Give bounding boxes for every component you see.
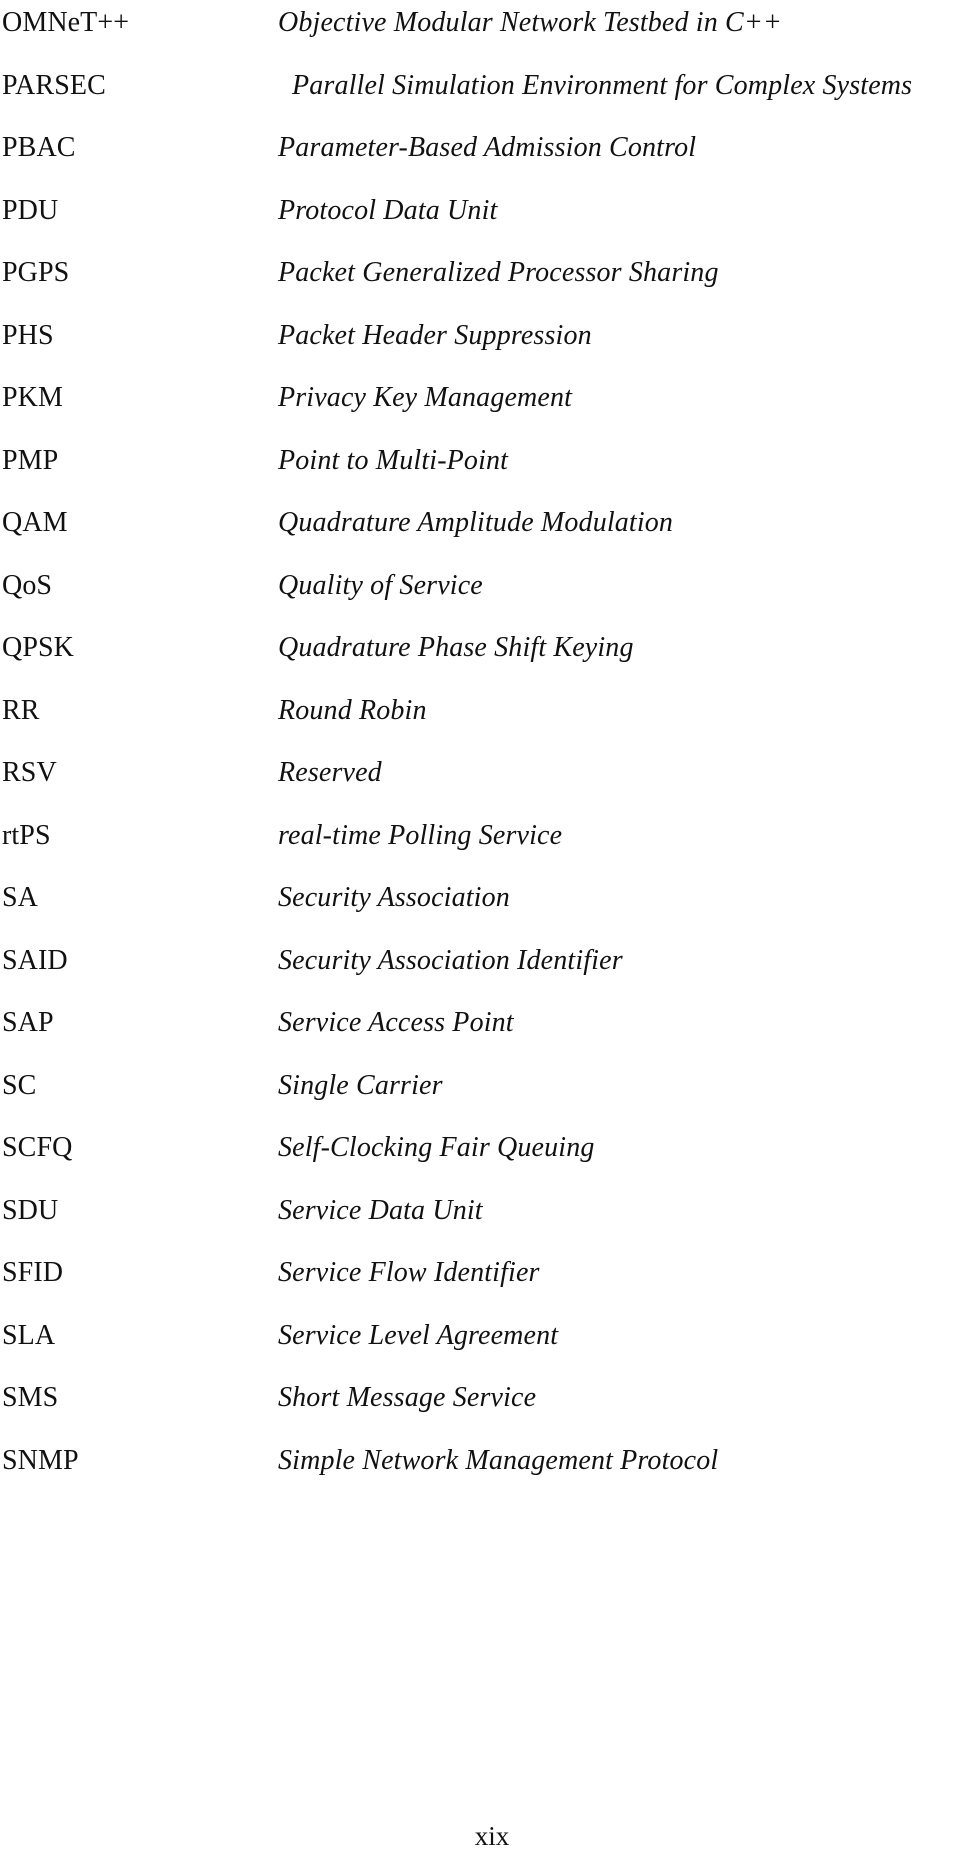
abbreviation-definition: Packet Generalized Processor Sharing: [278, 257, 719, 288]
abbreviation-term: OMNeT++: [2, 7, 130, 38]
abbreviation-definition: Quadrature Amplitude Modulation: [278, 507, 674, 538]
document-page: OMNeT++ Objective Modular Network Testbed…: [0, 0, 960, 1861]
abbreviation-term: SNMP: [2, 1444, 79, 1476]
glossary-entry: PDU Protocol Data Unit: [0, 194, 960, 257]
glossary-entry: QAM Quadrature Amplitude Modulation: [0, 506, 960, 569]
abbreviation-definition: Parameter-Based Admission Control: [278, 132, 697, 163]
abbreviation-term: SDU: [2, 1194, 59, 1226]
abbreviation-term: SCFQ: [2, 1132, 73, 1163]
glossary-entry: SMS Short Message Service: [0, 1381, 960, 1444]
abbreviation-definition: Service Data Unit: [278, 1194, 483, 1226]
glossary-entry: PMP Point to Multi-Point: [0, 444, 960, 507]
abbreviation-definition: Protocol Data Unit: [278, 194, 498, 226]
abbreviation-definition: Quadrature Phase Shift Keying: [278, 632, 634, 663]
glossary-entry: SLA Service Level Agreement: [0, 1319, 960, 1382]
abbreviation-term: PMP: [2, 444, 59, 476]
abbreviation-term: PDU: [2, 194, 59, 226]
abbreviation-definition: Security Association Identifier: [278, 944, 623, 976]
abbreviation-term: rtPS: [2, 819, 51, 851]
abbreviation-definition: Objective Modular Network Testbed in C++: [278, 7, 782, 38]
abbreviation-definition: Short Message Service: [278, 1382, 537, 1413]
abbreviation-definition: Point to Multi-Point: [278, 444, 509, 476]
glossary-entry: SAID Security Association Identifier: [0, 944, 960, 1007]
glossary-entry: SC Single Carrier: [0, 1069, 960, 1132]
abbreviation-term: PARSEC: [2, 69, 106, 101]
glossary-entry: SFID Service Flow Identifier: [0, 1256, 960, 1319]
glossary-entry: QoS Quality of Service: [0, 569, 960, 632]
abbreviation-term: PKM: [2, 382, 63, 413]
abbreviation-definition: Security Association: [278, 882, 510, 913]
abbreviation-definition: Reserved: [278, 757, 382, 788]
abbreviation-term: SC: [2, 1069, 37, 1101]
abbreviation-term: QAM: [2, 507, 68, 538]
abbreviation-term: RR: [2, 694, 40, 726]
glossary-entry: OMNeT++ Objective Modular Network Testbed…: [0, 6, 960, 69]
glossary-entry: PKM Privacy Key Management: [0, 381, 960, 444]
abbreviation-definition: real-time Polling Service: [278, 819, 563, 851]
abbreviation-definition: Packet Header Suppression: [278, 319, 592, 351]
abbreviation-term: SA: [2, 882, 38, 913]
glossary-entry: SCFQ Self-Clocking Fair Queuing: [0, 1131, 960, 1194]
glossary-entry: SNMP Simple Network Management Protocol: [0, 1444, 960, 1507]
glossary-entry: PARSEC Parallel Simulation Environment fo…: [0, 69, 960, 132]
abbreviation-definition: Parallel Simulation Environment for Comp…: [292, 69, 913, 101]
abbreviation-definition: Privacy Key Management: [278, 382, 573, 413]
abbreviation-term: PGPS: [2, 257, 70, 288]
abbreviation-term: SAID: [2, 944, 68, 976]
abbreviation-term: SMS: [2, 1382, 59, 1413]
glossary-entry: SA Security Association: [0, 881, 960, 944]
glossary-entry: SAP Service Access Point: [0, 1006, 960, 1069]
abbreviation-term: RSV: [2, 757, 57, 788]
abbreviation-term: SFID: [2, 1257, 64, 1288]
abbreviation-definition: Simple Network Management Protocol: [278, 1444, 719, 1476]
abbreviation-term: QPSK: [2, 632, 74, 663]
glossary-entry: RSV Reserved: [0, 756, 960, 819]
page-number: xix: [474, 1821, 510, 1851]
glossary-entry: QPSK Quadrature Phase Shift Keying: [0, 631, 960, 694]
abbreviation-definition: Quality of Service: [278, 569, 483, 601]
abbreviation-definition: Self-Clocking Fair Queuing: [278, 1132, 595, 1163]
glossary-entry: RR Round Robin: [0, 694, 960, 757]
glossary-entry: rtPS real-time Polling Service: [0, 819, 960, 882]
abbreviation-definition: Service Access Point: [278, 1007, 514, 1038]
abbreviation-definition: Service Level Agreement: [278, 1319, 559, 1351]
abbreviation-term: PHS: [2, 319, 54, 351]
abbreviation-term: PBAC: [2, 132, 76, 163]
abbreviation-term: QoS: [2, 569, 53, 601]
glossary-entry: SDU Service Data Unit: [0, 1194, 960, 1257]
abbreviation-term: SAP: [2, 1007, 54, 1038]
glossary-entry: PGPS Packet Generalized Processor Sharing: [0, 256, 960, 319]
abbreviation-definition: Round Robin: [278, 694, 427, 726]
abbreviation-term: SLA: [2, 1319, 56, 1351]
glossary-entry: PBAC Parameter-Based Admission Control: [0, 131, 960, 194]
glossary-entry: PHS Packet Header Suppression: [0, 319, 960, 382]
abbreviation-definition: Service Flow Identifier: [278, 1257, 540, 1288]
abbreviation-definition: Single Carrier: [278, 1069, 443, 1101]
